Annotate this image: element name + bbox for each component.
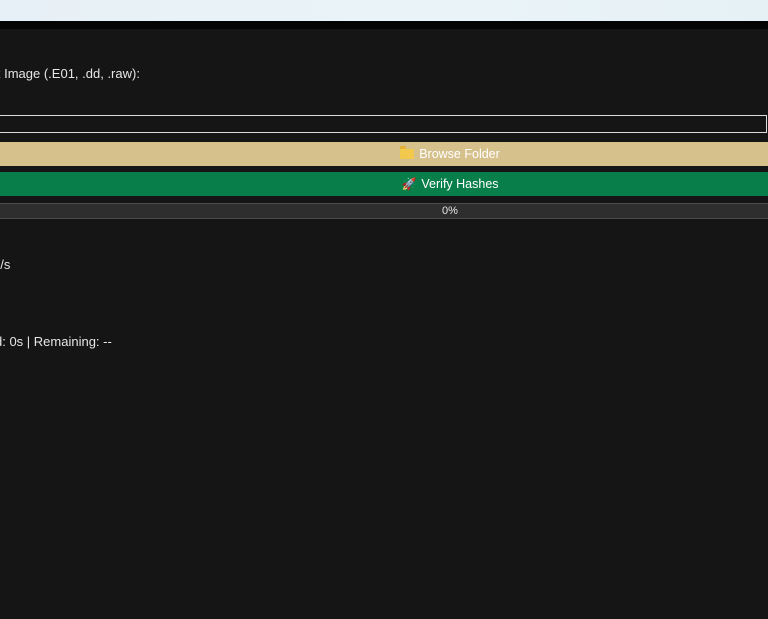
browse-folder-button[interactable]: Browse Folder — [0, 142, 768, 166]
rocket-icon: 🚀 — [401, 177, 417, 191]
window-frame-divider — [0, 21, 768, 29]
verify-hashes-label: Verify Hashes — [421, 177, 499, 191]
verify-hashes-button[interactable]: 🚀 Verify Hashes — [0, 172, 768, 196]
speed-readout: 3/s — [0, 257, 11, 272]
app-window: k Image (.E01, .dd, .raw): Browse Folder… — [0, 0, 768, 619]
browse-folder-label: Browse Folder — [419, 147, 500, 161]
image-path-input[interactable] — [0, 115, 767, 133]
progress-bar: 0% — [0, 203, 768, 219]
progress-percent: 0% — [442, 205, 458, 217]
image-path-label: k Image (.E01, .dd, .raw): — [0, 66, 140, 81]
title-bar — [0, 0, 768, 21]
time-readout: d: 0s | Remaining: -- — [0, 334, 112, 349]
folder-icon — [400, 146, 415, 159]
